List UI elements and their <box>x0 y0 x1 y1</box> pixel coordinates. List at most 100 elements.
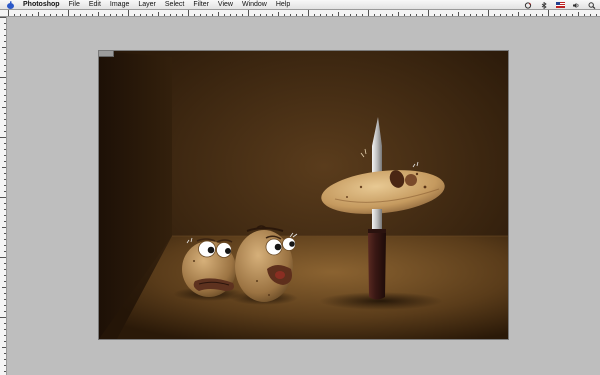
horizontal-ruler[interactable] <box>0 10 600 17</box>
app-menu[interactable]: Photoshop <box>23 0 60 10</box>
ruler-tick <box>554 14 555 16</box>
flag-icon[interactable] <box>556 2 565 8</box>
ruler-tick <box>374 14 375 16</box>
ruler-tick <box>2 287 6 288</box>
ruler-tick <box>26 14 27 16</box>
ruler-tick <box>4 275 6 276</box>
ruler-tick <box>4 161 6 162</box>
ruler-tick <box>4 89 6 90</box>
ruler-tick <box>350 14 351 16</box>
ruler-tick <box>560 14 561 16</box>
ruler-tick <box>4 299 6 300</box>
ruler-tick <box>278 12 279 16</box>
ruler-tick <box>4 125 6 126</box>
ruler-tick <box>392 14 393 16</box>
ruler-tick <box>4 149 6 150</box>
ruler-tick <box>440 14 441 16</box>
ruler-tick <box>104 14 105 16</box>
ruler-tick <box>122 14 123 16</box>
ruler-tick <box>4 35 6 36</box>
ruler-tick <box>314 14 315 16</box>
ruler-tick <box>380 14 381 16</box>
search-icon[interactable] <box>588 2 596 10</box>
bluetooth-icon[interactable] <box>540 1 548 10</box>
ruler-tick <box>4 191 6 192</box>
ruler-tick <box>116 14 117 16</box>
menu-layer[interactable]: Layer <box>138 0 156 10</box>
ruler-tick <box>584 14 585 16</box>
menu-filter[interactable]: Filter <box>193 0 209 10</box>
ruler-tick <box>290 14 291 16</box>
document-corner-tab[interactable] <box>99 51 114 57</box>
ruler-tick <box>260 14 261 16</box>
ruler-tick <box>458 12 459 16</box>
ruler-tick <box>230 14 231 16</box>
ruler-tick <box>0 197 6 198</box>
ruler-tick <box>4 83 6 84</box>
ruler-tick <box>4 335 6 336</box>
ruler-tick <box>512 14 513 16</box>
ruler-tick <box>248 10 249 16</box>
ruler-tick <box>56 14 57 16</box>
ruler-tick <box>578 12 579 16</box>
ruler-tick <box>170 14 171 16</box>
ruler-tick <box>542 14 543 16</box>
ruler-tick <box>0 317 6 318</box>
ruler-tick <box>32 14 33 16</box>
ruler-tick <box>434 14 435 16</box>
ruler-tick <box>4 365 6 366</box>
ruler-tick <box>0 17 6 18</box>
ruler-tick <box>320 14 321 16</box>
ruler-tick <box>134 14 135 16</box>
ruler-tick <box>422 14 423 16</box>
ruler-tick <box>92 14 93 16</box>
volume-icon[interactable] <box>572 2 580 8</box>
ruler-tick <box>494 14 495 16</box>
vertical-ruler[interactable] <box>0 17 7 375</box>
ruler-tick <box>506 14 507 16</box>
menu-select[interactable]: Select <box>165 0 184 10</box>
ruler-tick <box>200 14 201 16</box>
ruler-tick <box>338 12 339 16</box>
ruler-tick <box>4 131 6 132</box>
menu-view[interactable]: View <box>218 0 233 10</box>
ruler-tick <box>4 59 6 60</box>
apple-menu-icon[interactable] <box>6 0 15 9</box>
menu-help[interactable]: Help <box>276 0 290 10</box>
ruler-tick <box>386 14 387 16</box>
ruler-tick <box>2 107 6 108</box>
ruler-tick <box>4 29 6 30</box>
ruler-tick <box>284 14 285 16</box>
ruler-tick <box>296 14 297 16</box>
ruler-tick <box>4 239 6 240</box>
menu-window[interactable]: Window <box>242 0 267 10</box>
ruler-tick <box>4 305 6 306</box>
ruler-tick <box>518 12 519 16</box>
ruler-tick <box>500 14 501 16</box>
ruler-tick <box>212 14 213 16</box>
ruler-tick <box>4 353 6 354</box>
ruler-tick <box>476 14 477 16</box>
ruler-tick <box>128 10 129 16</box>
ruler-tick <box>332 14 333 16</box>
menu-file[interactable]: File <box>69 0 80 10</box>
ruler-tick <box>4 341 6 342</box>
menu-edit[interactable]: Edit <box>89 0 101 10</box>
ruler-tick <box>80 14 81 16</box>
ruler-tick <box>356 14 357 16</box>
ruler-tick <box>224 14 225 16</box>
document-canvas[interactable] <box>99 51 508 339</box>
ruler-tick <box>4 65 6 66</box>
ruler-tick <box>38 12 39 16</box>
menu-image[interactable]: Image <box>110 0 129 10</box>
ruler-tick <box>4 101 6 102</box>
ruler-tick <box>482 14 483 16</box>
ruler-tick <box>4 245 6 246</box>
ruler-tick <box>308 10 309 16</box>
ruler-tick <box>20 14 21 16</box>
ruler-tick <box>218 12 219 16</box>
sync-icon[interactable] <box>524 2 532 9</box>
ruler-tick <box>488 10 489 16</box>
ruler-tick <box>464 14 465 16</box>
ruler-tick <box>14 14 15 16</box>
